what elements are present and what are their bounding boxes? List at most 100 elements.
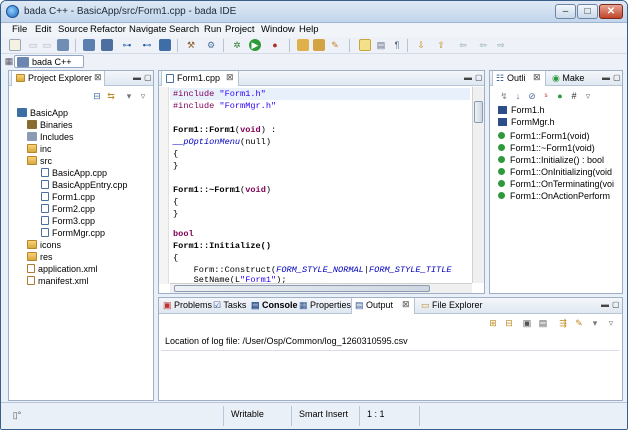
open-console-icon[interactable]: ⇶: [557, 317, 569, 329]
tree-item-basicapp[interactable]: BasicApp: [17, 107, 68, 119]
outline-item-oninitializing[interactable]: Form1::OnInitializing(void: [498, 166, 612, 178]
toggle-mark-icon[interactable]: [359, 39, 371, 51]
editor-horizontal-scrollbar[interactable]: [170, 283, 472, 293]
new-icon[interactable]: [9, 39, 21, 51]
tree-item-manifest-xml[interactable]: manifest.xml: [27, 275, 89, 287]
outline-item-formmgr-h[interactable]: FormMgr.h: [498, 116, 555, 128]
editor-vertical-scrollbar[interactable]: [472, 87, 484, 283]
tree-item-formmgr-cpp[interactable]: FormMgr.cpp: [41, 227, 105, 239]
tree-item-src[interactable]: src: [27, 155, 52, 167]
minimize-view-icon[interactable]: ▬: [133, 73, 141, 82]
code-line-17[interactable]: {: [173, 252, 178, 264]
last-edit-icon[interactable]: ⇦: [457, 39, 469, 51]
view-menu-icon[interactable]: ▾: [123, 90, 135, 102]
clear-console-icon[interactable]: ⊞: [487, 317, 499, 329]
scroll-lock-icon[interactable]: ⊟: [503, 317, 515, 329]
tab-problems[interactable]: ▣ Problems: [163, 300, 212, 311]
tree-item-form2-cpp[interactable]: Form2.cpp: [41, 203, 95, 215]
run-icon[interactable]: ▶: [249, 39, 261, 51]
code-line-5[interactable]: __pOptionMenu(null): [173, 136, 271, 148]
pen-icon[interactable]: ✎: [573, 317, 585, 329]
view-menu-icon[interactable]: ▿: [582, 90, 594, 102]
maximize-view-icon[interactable]: ▢: [144, 73, 152, 82]
outline-item-onterminating[interactable]: Form1::OnTerminating(voi: [498, 178, 614, 190]
tree-item-basicappentry-cpp[interactable]: BasicAppEntry.cpp: [41, 179, 127, 191]
tree-item-icons[interactable]: icons: [27, 239, 61, 251]
outline-item-onactionperform[interactable]: Form1::OnActionPerform: [498, 190, 610, 202]
back-icon[interactable]: ⇦: [477, 39, 489, 51]
link-icon[interactable]: ⊶: [121, 39, 133, 51]
code-line-12[interactable]: }: [173, 208, 178, 220]
scroll-thumb[interactable]: [174, 285, 430, 292]
view-options-icon[interactable]: ▿: [605, 317, 617, 329]
minimize-button[interactable]: –: [555, 4, 576, 19]
code-line-2[interactable]: #include "FormMgr.h": [173, 100, 276, 112]
save-all-icon[interactable]: ▭: [41, 39, 53, 51]
menu-file[interactable]: File: [12, 24, 27, 35]
menu-project[interactable]: Project: [225, 24, 255, 35]
pin-console-icon[interactable]: ▣: [521, 317, 533, 329]
outline-item-form1-h[interactable]: Form1.h: [498, 104, 545, 116]
outline-item-ctor[interactable]: Form1::Form1(void): [498, 130, 590, 142]
menu-edit[interactable]: Edit: [35, 24, 51, 35]
menu-source[interactable]: Source: [58, 24, 88, 35]
tab-outline[interactable]: ☷ Outli ⊠: [492, 71, 546, 86]
alpha-sort-icon[interactable]: ↓: [512, 90, 524, 102]
close-tab-icon[interactable]: ⊠: [94, 72, 102, 83]
tab-project-explorer[interactable]: Project Explorer ⊠: [11, 71, 105, 86]
open-type-icon[interactable]: [297, 39, 309, 51]
display-console-icon[interactable]: ▤: [537, 317, 549, 329]
settings-icon[interactable]: ⚙: [205, 39, 217, 51]
build-target-icon[interactable]: [101, 39, 113, 51]
print-icon[interactable]: [57, 39, 69, 51]
show-whitespace-icon[interactable]: ¶: [391, 39, 403, 51]
tab-console[interactable]: ▤ Console: [251, 300, 298, 311]
minimize-view-icon[interactable]: ▬: [601, 300, 609, 309]
open-folder-icon[interactable]: [313, 39, 325, 51]
external-tools-icon[interactable]: ●: [269, 39, 281, 51]
menu-run[interactable]: Run: [204, 24, 221, 35]
menu-navigate[interactable]: Navigate: [129, 24, 167, 35]
pen-icon[interactable]: ✎: [329, 39, 341, 51]
tree-item-application-xml[interactable]: application.xml: [27, 263, 98, 275]
tab-form1-cpp[interactable]: Form1.cpp ⊠: [161, 71, 239, 86]
fast-view-icon[interactable]: ▯°: [11, 409, 23, 421]
tab-file-explorer[interactable]: ▭ File Explorer: [421, 300, 483, 311]
tree-item-res[interactable]: res: [27, 251, 53, 263]
save-icon[interactable]: ▭: [27, 39, 39, 51]
sort-icon[interactable]: ↯: [498, 90, 510, 102]
forward-icon[interactable]: ⇨: [495, 39, 507, 51]
tree-item-form3-cpp[interactable]: Form3.cpp: [41, 215, 95, 227]
perspective-bada-cpp[interactable]: bada C++: [14, 55, 84, 68]
tab-properties[interactable]: ▦ Properties: [299, 300, 351, 311]
code-line-10[interactable]: Form1::~Form1(void): [173, 184, 271, 196]
debug-icon[interactable]: ✲: [231, 39, 243, 51]
minimize-view-icon[interactable]: ▬: [602, 73, 610, 82]
view-options-icon[interactable]: ▿: [137, 90, 149, 102]
outline-item-dtor[interactable]: Form1::~Form1(void): [498, 142, 595, 154]
code-line-4[interactable]: Form1::Form1(void) :: [173, 124, 276, 136]
tree-item-inc[interactable]: inc: [27, 143, 52, 155]
connect-icon[interactable]: ⊷: [141, 39, 153, 51]
hide-static-icon[interactable]: ˢ: [540, 90, 552, 102]
tree-item-includes[interactable]: Includes: [27, 131, 74, 143]
menu-search[interactable]: Search: [169, 24, 199, 35]
maximize-view-icon[interactable]: ▢: [613, 73, 621, 82]
device-icon[interactable]: [159, 39, 171, 51]
view-menu-icon[interactable]: ▾: [589, 317, 601, 329]
code-line-6[interactable]: {: [173, 148, 178, 160]
hide-includes-icon[interactable]: #: [568, 90, 580, 102]
menu-window[interactable]: Window: [261, 24, 295, 35]
tree-item-binaries[interactable]: Binaries: [27, 119, 73, 131]
tree-item-basicapp-cpp[interactable]: BasicApp.cpp: [41, 167, 107, 179]
hammer-icon[interactable]: ⚒: [185, 39, 197, 51]
tab-output[interactable]: ▤ Output ⊠: [351, 298, 415, 314]
code-line-1[interactable]: #include "Form1.h": [173, 88, 266, 100]
code-line-11[interactable]: {: [173, 196, 178, 208]
block-select-icon[interactable]: ▤: [375, 39, 387, 51]
hide-nonpublic-icon[interactable]: ●: [554, 90, 566, 102]
close-tab-icon[interactable]: ⊠: [402, 299, 410, 310]
outline-item-initialize[interactable]: Form1::Initialize() : bool: [498, 154, 604, 166]
menu-help[interactable]: Help: [299, 24, 319, 35]
prev-annotation-icon[interactable]: ⇧: [435, 39, 447, 51]
